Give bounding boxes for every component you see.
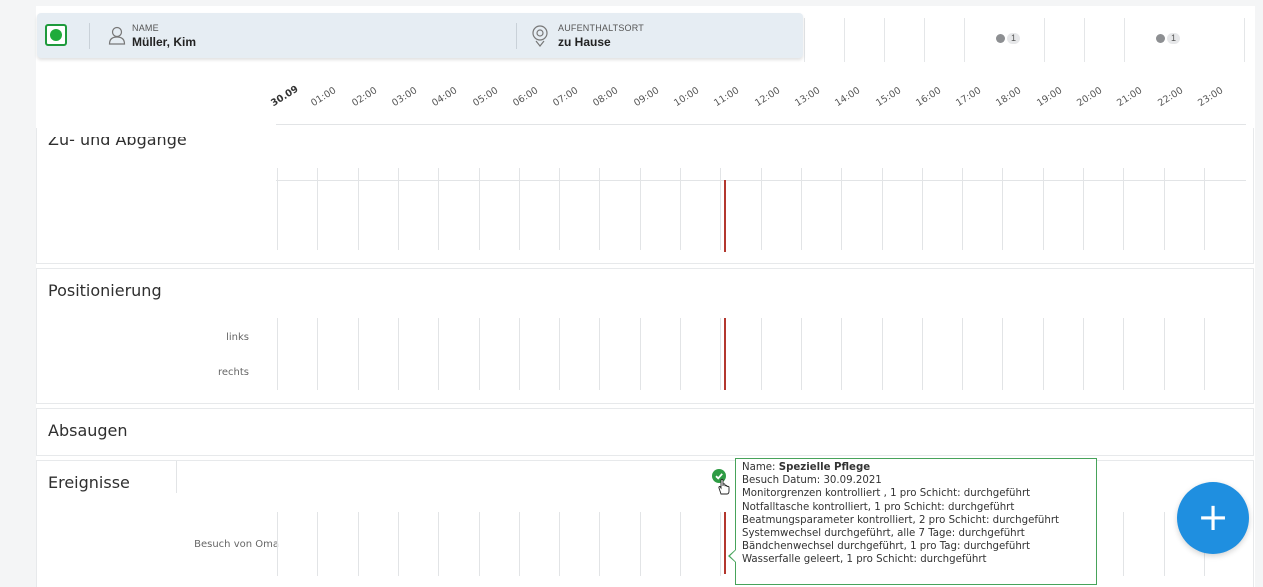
location-label: AUFENTHALTSORT — [558, 23, 644, 33]
grid-line — [720, 318, 721, 390]
section-title: Ereignisse — [48, 473, 130, 492]
hand-cursor-icon — [718, 478, 730, 495]
cell-divider — [964, 18, 965, 62]
divider — [516, 23, 517, 49]
patient-name: Müller, Kim — [132, 35, 197, 49]
grid-line — [599, 318, 600, 390]
row-label-links: links — [226, 332, 249, 343]
current-time-line — [724, 318, 726, 390]
cell-divider — [1124, 18, 1125, 62]
tooltip-name-prefix: Name: — [742, 462, 779, 473]
cell-divider — [1084, 18, 1085, 62]
grid-line — [317, 318, 318, 390]
section-positionierung: Positionierung links rechts — [36, 268, 1254, 404]
status-dot-icon — [996, 33, 1005, 43]
grid-line — [720, 512, 721, 576]
tooltip-line: Monitorgrenzen kontrolliert , 1 pro Schi… — [742, 488, 1031, 500]
grid-line — [1083, 318, 1084, 390]
grid-line — [519, 512, 520, 576]
cell-divider — [884, 18, 885, 62]
grid-line — [1164, 512, 1165, 576]
grid-line — [519, 318, 520, 390]
grid-line — [680, 318, 681, 390]
section-absaugen[interactable]: Absaugen — [36, 408, 1254, 456]
cell-divider — [1244, 18, 1245, 62]
tooltip-name: Spezielle Pflege — [778, 462, 871, 473]
add-button[interactable]: + — [1177, 482, 1249, 554]
person-icon — [108, 26, 126, 45]
count-badge[interactable]: 1 — [996, 32, 1021, 44]
location-pin-icon — [532, 25, 548, 47]
badge-count: 1 — [1167, 32, 1181, 44]
grid-line — [438, 318, 439, 390]
tooltip-line: Notfalltasche kontrolliert, 1 pro Schich… — [742, 501, 1015, 513]
current-time-line — [724, 512, 726, 574]
cell-divider — [1044, 18, 1045, 62]
section-zu-abgaenge: Zu- und Abgänge — [36, 128, 1254, 264]
grid-line — [277, 318, 278, 390]
status-dot-icon — [50, 29, 62, 41]
plus-icon: + — [1197, 494, 1229, 539]
tooltip-title: Name: Spezielle Pflege — [742, 461, 1096, 474]
row-label-besuch: Besuch von Oma — [194, 539, 279, 550]
grid-line — [962, 318, 963, 390]
grid-line — [882, 318, 883, 390]
grid-line — [922, 318, 923, 390]
status-indicator[interactable] — [45, 24, 67, 46]
divider — [89, 23, 90, 49]
tooltip-pointer-fill — [730, 550, 736, 562]
patient-header: NAME Müller, Kim AUFENTHALTSORT zu Hause — [37, 13, 803, 58]
grid-line — [559, 318, 560, 390]
grid-line — [358, 512, 359, 576]
grid-line — [1002, 318, 1003, 390]
grid-line — [479, 512, 480, 576]
tooltip-line: Besuch Datum: 30.09.2021 — [742, 475, 882, 487]
grid-line — [398, 318, 399, 390]
cell-divider — [804, 18, 805, 62]
grid-line — [1043, 318, 1044, 390]
tooltip-line: Bändchenwechsel durchgeführt, 1 pro Tag:… — [742, 541, 1030, 553]
grid-line — [438, 512, 439, 576]
grid-line — [640, 512, 641, 576]
timeline-axis — [276, 124, 1246, 125]
name-label: NAME — [132, 23, 159, 33]
grid-line — [801, 318, 802, 390]
grid-line — [479, 318, 480, 390]
status-dot-icon — [1156, 33, 1165, 43]
section-title: Absaugen — [48, 421, 128, 440]
grid-line — [317, 512, 318, 576]
cell-divider — [924, 18, 925, 62]
grid-line — [1164, 318, 1165, 390]
tooltip-line: Beatmungsparameter kontrolliert, 2 pro S… — [742, 514, 1060, 526]
grid-line — [276, 180, 1246, 181]
current-time-line — [724, 180, 726, 252]
section-title: Zu- und Abgänge — [48, 130, 187, 149]
grid-line — [277, 512, 278, 576]
row-label-rechts: rechts — [217, 367, 249, 378]
grid-line — [599, 512, 600, 576]
grid-line — [680, 512, 681, 576]
count-badge[interactable]: 1 — [1156, 32, 1181, 44]
badge-count: 1 — [1007, 32, 1021, 44]
grid-line — [1123, 512, 1124, 576]
tooltip-line: Wasserfalle geleert, 1 pro Schicht: durc… — [742, 554, 987, 566]
event-tooltip: Name: Spezielle Pflege Besuch Datum: 30.… — [735, 458, 1097, 585]
grid-line — [1123, 318, 1124, 390]
tooltip-line: Systemwechsel durchgeführt, alle 7 Tage:… — [742, 528, 1025, 540]
grid-line — [358, 318, 359, 390]
grid-line — [640, 318, 641, 390]
grid-line — [1204, 318, 1205, 390]
grid-line — [398, 512, 399, 576]
grid-line — [761, 318, 762, 390]
patient-location: zu Hause — [558, 35, 611, 49]
section-title: Positionierung — [48, 281, 162, 300]
grid-line — [841, 318, 842, 390]
cell-divider — [844, 18, 845, 62]
grid-line — [559, 512, 560, 576]
grid-line — [176, 461, 177, 493]
